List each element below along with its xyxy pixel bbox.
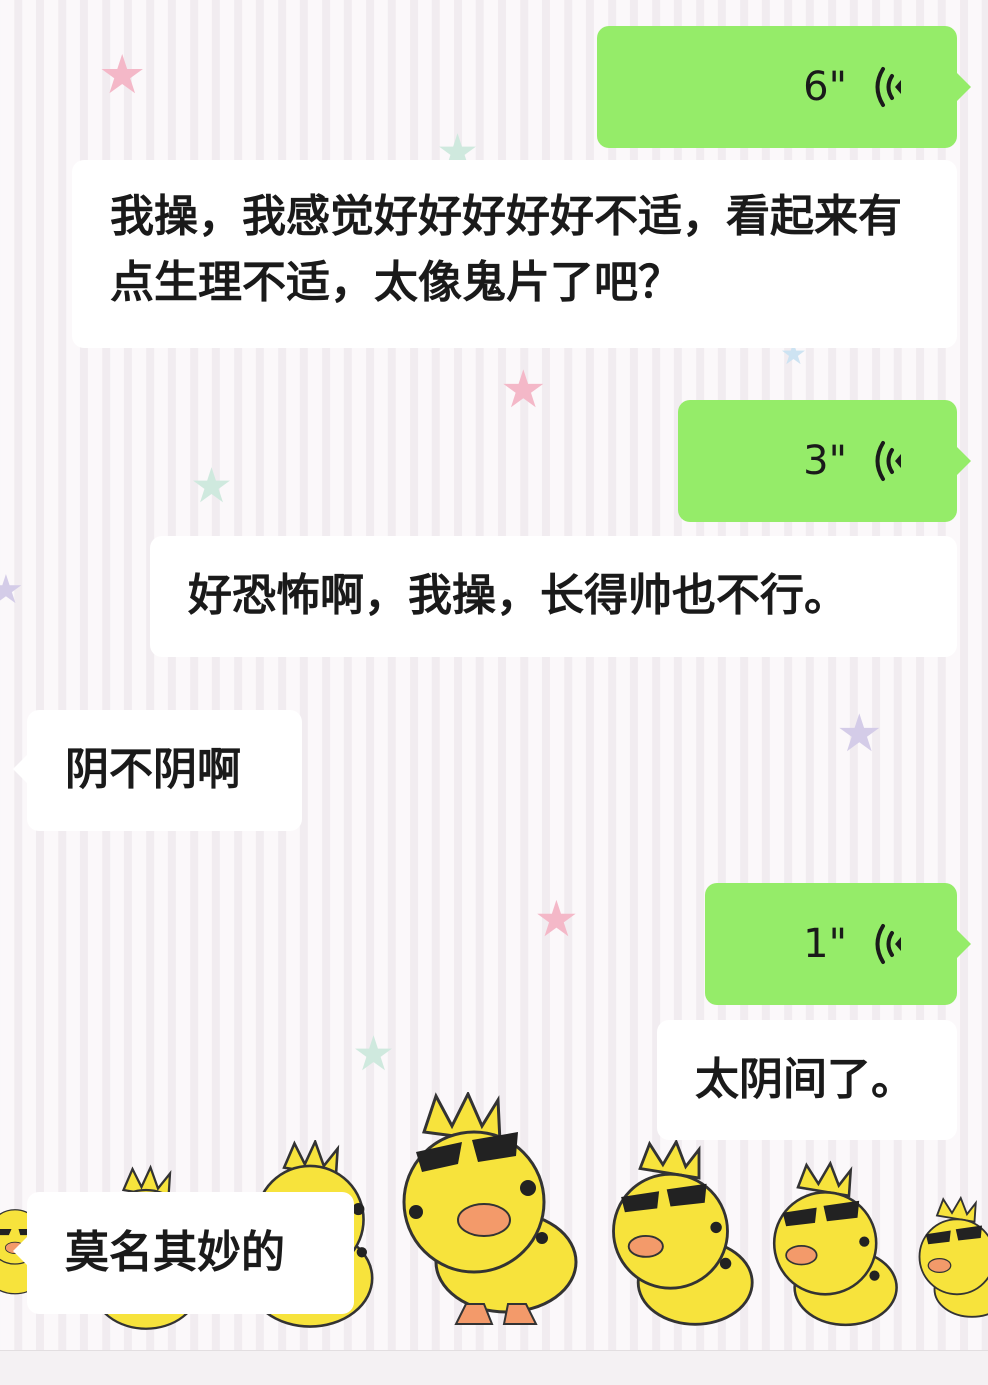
voice-duration: 6"	[803, 64, 847, 110]
text-message[interactable]: 莫名其妙的	[13, 1192, 354, 1314]
star-icon: ★	[190, 458, 234, 514]
text-message[interactable]: 我操，我感觉好好好好好不适，看起来有点生理不适，太像鬼片了吧？	[72, 160, 957, 348]
message-text: 好恐怖啊，我操，长得帅也不行。	[188, 570, 848, 621]
chat-area: ★ ★ ★ ★ ★ ★ ★ ★ ★ 6" 我操，我感觉好好好好好不适，看起来有点…	[0, 0, 988, 1385]
message-text: 阴不阴啊	[65, 744, 241, 795]
voice-wave-icon	[875, 67, 901, 107]
voice-wave-icon	[875, 924, 901, 964]
star-icon: ★	[500, 360, 547, 420]
star-icon: ★	[0, 567, 24, 613]
text-message[interactable]: 阴不阴啊	[13, 710, 302, 831]
message-text: 太阴间了。	[695, 1054, 915, 1105]
voice-message[interactable]: 1"	[705, 883, 971, 1005]
text-message[interactable]: 好恐怖啊，我操，长得帅也不行。	[150, 536, 957, 657]
star-icon: ★	[352, 1026, 396, 1082]
message-text: 我操，我感觉好好好好好不适，看起来有点生理不适，太像鬼片了吧？	[110, 191, 902, 308]
duck-decoration-icon	[772, 1160, 898, 1327]
star-icon: ★	[98, 43, 147, 106]
text-message[interactable]: 太阴间了。	[657, 1020, 957, 1140]
voice-message[interactable]: 6"	[597, 26, 971, 148]
voice-duration: 1"	[803, 921, 847, 967]
duck-decoration-icon	[918, 1195, 988, 1318]
duck-decoration-icon	[612, 1140, 754, 1326]
message-text: 莫名其妙的	[65, 1227, 285, 1278]
voice-duration: 3"	[803, 438, 847, 484]
star-icon: ★	[534, 890, 579, 948]
voice-wave-icon	[875, 441, 901, 481]
voice-message[interactable]: 3"	[678, 400, 971, 522]
duck-decoration-icon	[402, 1092, 578, 1325]
bottom-bar	[0, 1350, 988, 1385]
star-icon: ★	[836, 704, 883, 764]
